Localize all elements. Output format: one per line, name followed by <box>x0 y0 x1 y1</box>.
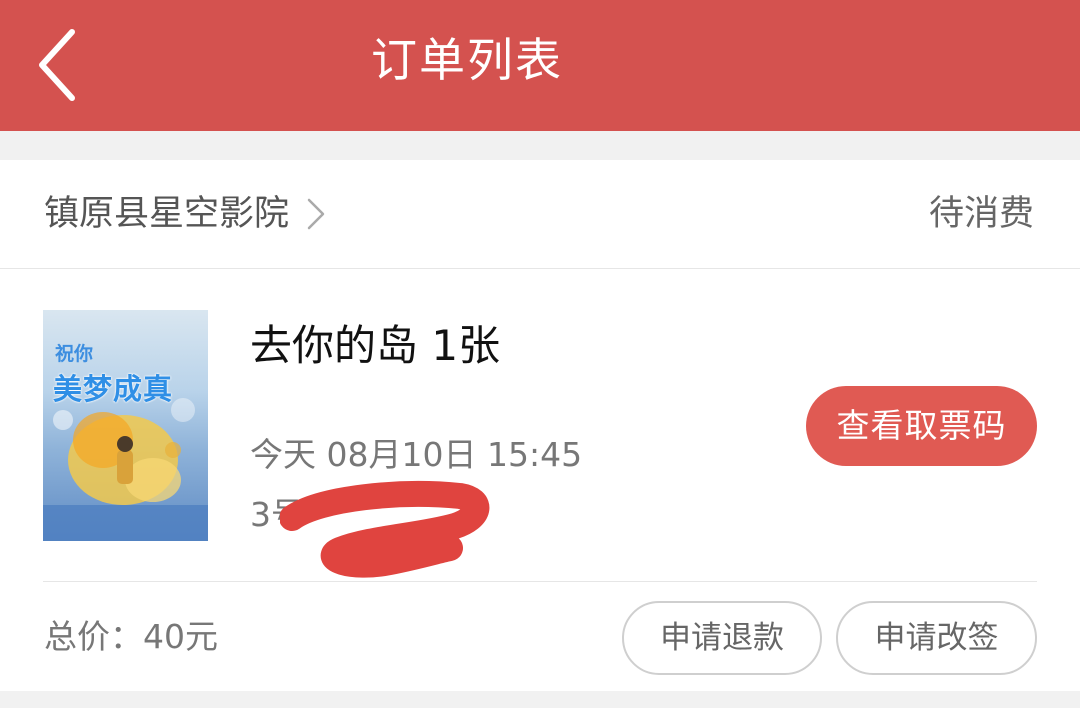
total-price: 总价：40元 <box>44 617 218 656</box>
request-refund-button[interactable]: 申请退款 <box>622 601 822 675</box>
view-ticket-code-button[interactable]: 查看取票码 <box>806 386 1037 466</box>
order-status: 待消费 <box>928 194 1034 234</box>
cinema-row: 镇原县星空影院 待消费 <box>0 160 1080 269</box>
request-change-button[interactable]: 申请改签 <box>836 601 1037 675</box>
redaction-mark <box>280 481 490 578</box>
movie-poster[interactable]: 祝你 美梦成真 <box>43 310 208 541</box>
poster-text-2: 美梦成真 <box>53 372 174 406</box>
poster-text-1: 祝你 <box>55 343 94 365</box>
divider <box>43 581 1037 582</box>
cinema-link[interactable]: 镇原县星空影院 <box>44 188 327 240</box>
movie-title: 去你的岛 1张 <box>250 321 501 370</box>
chevron-right-icon <box>307 198 325 230</box>
showtime: 今天 08月10日 15:45 <box>250 435 583 474</box>
page-title: 订单列表 <box>371 33 563 87</box>
app-header: 订单列表 <box>0 0 1080 131</box>
cinema-name: 镇原县星空影院 <box>44 194 290 234</box>
order-card: 镇原县星空影院 待消费 祝你 美梦成真 去你的岛 1张 今天 08月10日 15… <box>0 160 1080 691</box>
